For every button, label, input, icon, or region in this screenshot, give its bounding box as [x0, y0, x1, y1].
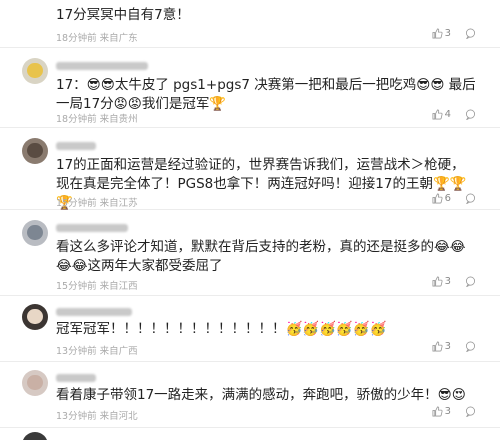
comment-actions: 4 [432, 109, 476, 120]
thumbs-up-icon [432, 109, 443, 120]
avatar[interactable] [22, 432, 48, 440]
comment-item: 17的正面和运营是经过验证的，世界赛告诉我们，运营战术＞枪硬，现在真是完全体了！… [0, 128, 500, 211]
reply-icon[interactable] [465, 109, 476, 120]
avatar[interactable] [22, 370, 48, 396]
like-button[interactable]: 6 [432, 193, 451, 204]
username[interactable] [56, 62, 148, 70]
like-count: 3 [444, 276, 451, 287]
like-count: 3 [444, 341, 451, 352]
reply-icon[interactable] [465, 193, 476, 204]
comment-item: 看着康子带领17一路走来，满满的感动，奔跑吧，骄傲的少年！😎😍 13分钟前 来自… [0, 362, 500, 428]
avatar[interactable] [22, 304, 48, 330]
comment-text: 看着康子带领17一路走来，满满的感动，奔跑吧，骄傲的少年！😎😍 [56, 387, 466, 403]
comment-item: 17：😎😎太牛皮了 pgs1+pgs7 决赛第一把和最后一把吃鸡😎😎 最后一局1… [0, 48, 500, 128]
username[interactable] [56, 374, 96, 382]
avatar[interactable] [22, 58, 48, 84]
reply-icon[interactable] [465, 28, 476, 39]
avatar[interactable] [22, 220, 48, 246]
comment-item: 17分冥冥中自有7意！ 18分钟前 来自广东 3 [0, 0, 500, 48]
comment-text: 冠军冠军！！！！！！！！！！！！！🥳🥳🥳🥳🥳🥳 [56, 321, 387, 337]
comment-meta: 18分钟前 来自广东 [56, 33, 138, 44]
like-count: 3 [444, 406, 451, 417]
comment-actions: 3 [432, 276, 476, 287]
username[interactable] [56, 308, 132, 316]
comment-actions: 6 [432, 193, 476, 204]
like-button[interactable]: 4 [432, 109, 451, 120]
comment-item: 看这么多评论才知道，默默在背后支持的老粉，真的还是挺多的😂😂😂😂这两年大家都受委… [0, 210, 500, 296]
comment-actions: 3 [432, 406, 476, 417]
thumbs-up-icon [432, 28, 443, 39]
like-button[interactable]: 3 [432, 341, 451, 352]
like-button[interactable]: 3 [432, 406, 451, 417]
comment-meta: 18分钟前 来自贵州 [56, 114, 138, 125]
comment-meta: 13分钟前 来自广西 [56, 346, 138, 357]
reply-icon[interactable] [465, 406, 476, 417]
reply-icon[interactable] [465, 341, 476, 352]
thumbs-up-icon [432, 193, 443, 204]
comment-item: 冠军冠军！！！！！！！！！！！！！🥳🥳🥳🥳🥳🥳 13分钟前 来自广西 3 [0, 296, 500, 362]
reply-icon[interactable] [465, 276, 476, 287]
comment-actions: 3 [432, 341, 476, 352]
username[interactable] [56, 142, 96, 150]
comment-text: 17：😎😎太牛皮了 pgs1+pgs7 决赛第一把和最后一把吃鸡😎😎 最后一局1… [56, 77, 476, 112]
like-button[interactable]: 3 [432, 28, 451, 39]
thumbs-up-icon [432, 276, 443, 287]
avatar[interactable] [22, 138, 48, 164]
comment-text: 17分冥冥中自有7意！ [56, 7, 190, 23]
like-count: 3 [444, 28, 451, 39]
like-count: 4 [444, 109, 451, 120]
comment-meta: 15分钟前 来自江西 [56, 281, 138, 292]
comment-meta: 13分钟前 来自河北 [56, 411, 138, 422]
comment-text: 看这么多评论才知道，默默在背后支持的老粉，真的还是挺多的😂😂😂😂这两年大家都受委… [56, 239, 466, 274]
like-button[interactable]: 3 [432, 276, 451, 287]
username[interactable] [56, 224, 128, 232]
comment-actions: 3 [432, 28, 476, 39]
like-count: 6 [444, 193, 451, 204]
thumbs-up-icon [432, 341, 443, 352]
comment-meta: 15分钟前 来自江苏 [56, 198, 138, 209]
thumbs-up-icon [432, 406, 443, 417]
